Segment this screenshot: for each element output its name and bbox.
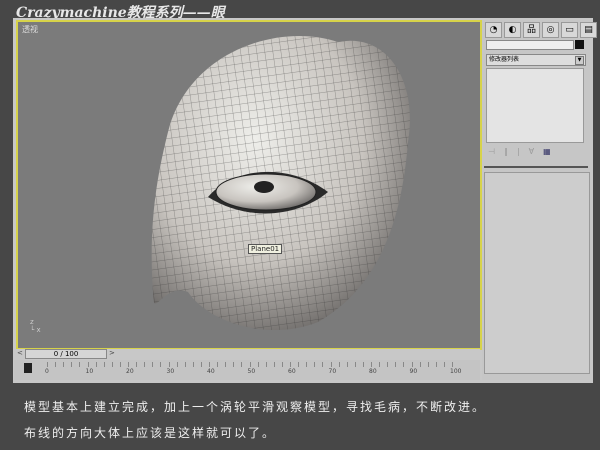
timeline-tick (362, 362, 364, 367)
timeline-tick-label: 30 (166, 368, 175, 375)
timeline-tick (395, 362, 397, 367)
create-icon[interactable]: ◔ (485, 22, 502, 38)
timeline-tick-label: 60 (288, 368, 296, 375)
timeline-tick (233, 362, 235, 367)
time-slider[interactable]: < 0 / 100 > (16, 349, 480, 359)
timeline-tick (168, 362, 170, 367)
timeline-tick (79, 362, 81, 367)
timeline-tick-label: 90 (409, 368, 418, 375)
configure-sets-icon[interactable]: ▦ (543, 147, 551, 156)
timeline-tick (273, 362, 275, 367)
timeline-tick (411, 362, 413, 367)
timeline-tick (71, 362, 73, 367)
timeline-tick (160, 362, 162, 367)
timeline-tick (306, 362, 308, 367)
timeline-tick (200, 362, 202, 367)
caption-line-1: 模型基本上建立完成，加上一个涡轮平滑观察模型，寻找毛病，不断改进。 (24, 400, 487, 414)
timeline-tick-label: 70 (328, 368, 337, 375)
timeline-tick-label: 80 (369, 368, 377, 375)
modifier-stack[interactable] (486, 68, 584, 143)
divider (484, 166, 588, 168)
timeline-tick (298, 362, 300, 367)
chevron-down-icon[interactable]: ▼ (575, 56, 584, 65)
key-mode-icon[interactable] (24, 363, 32, 373)
timeline-tick (452, 362, 453, 367)
stack-toolbar: ⊣ ‖ | ∀ ▦ (488, 147, 584, 156)
motion-icon[interactable]: ◎ (542, 22, 559, 38)
object-color-swatch[interactable] (575, 40, 584, 49)
timeline-tick (443, 362, 445, 367)
timeline-tick (249, 362, 251, 367)
pin-stack-icon[interactable]: ⊣ (488, 147, 495, 156)
slider-next-button[interactable]: > (109, 349, 115, 357)
hierarchy-icon[interactable]: 品 (523, 22, 540, 38)
timeline-tick (419, 362, 421, 367)
remove-modifier-icon[interactable]: ∀ (529, 147, 534, 156)
show-end-result-icon[interactable]: ‖ (504, 147, 508, 156)
object-label: Plane01 (248, 244, 283, 254)
timeline-tick (103, 362, 105, 367)
timeline-tick (427, 362, 429, 367)
timeline-tick (281, 362, 283, 367)
display-icon[interactable]: ▭ (561, 22, 578, 38)
timeline-tick (128, 362, 129, 367)
timeline-tick (225, 362, 227, 367)
timeline-tick-label: 50 (247, 368, 256, 375)
timeline-tick (47, 362, 48, 367)
timeline-tick (330, 362, 332, 367)
caption-line-2: 布线的方向大体上应该是这样就可以了。 (24, 426, 277, 440)
timeline-tick (322, 362, 324, 367)
modify-icon[interactable]: ◐ (504, 22, 521, 38)
timeline-tick (144, 362, 146, 367)
timeline-tick (136, 362, 138, 367)
timeline-track[interactable]: 0 10 20 30 40 50 60 70 80 90 100 (14, 360, 480, 380)
timeline-tick (435, 362, 437, 367)
timeline-tick (111, 362, 113, 367)
timeline-tick (387, 362, 389, 367)
object-name-field[interactable] (486, 40, 574, 50)
timeline-tick (119, 362, 121, 367)
timeline-tick (217, 362, 219, 367)
slider-prev-button[interactable]: < (17, 349, 23, 357)
timeline-tick (63, 362, 65, 367)
time-slider-thumb[interactable]: 0 / 100 (25, 349, 107, 359)
timeline-tick-label: 100 (450, 368, 462, 375)
timeline-tick (241, 362, 243, 367)
timeline-tick (314, 362, 316, 367)
timeline-tick (184, 362, 186, 367)
timeline-tick (95, 362, 97, 367)
parameters-rollout (484, 172, 590, 374)
timeline-tick (257, 362, 259, 367)
perspective-viewport[interactable]: 透视 Plane01 z └ x (16, 20, 482, 350)
timeline-tick (87, 362, 89, 367)
timeline-tick-label: 10 (85, 368, 94, 375)
axis-tripod-icon: z └ x (30, 318, 41, 334)
timeline-tick (209, 362, 210, 367)
timeline-tick (354, 362, 356, 367)
eye-mesh (151, 36, 410, 331)
timeline-tick (265, 362, 267, 367)
modifier-list-label: 修改器列表 (489, 56, 520, 63)
timeline-tick-label: 20 (126, 368, 134, 375)
timeline-tick (338, 362, 340, 367)
timeline-tick (290, 362, 291, 367)
timeline-tick (152, 362, 154, 367)
timeline-tick (403, 362, 405, 367)
timeline-tick (346, 362, 348, 367)
modifier-list-dropdown[interactable]: 修改器列表 ▼ (486, 54, 586, 66)
timeline-tick (371, 362, 372, 367)
timeline-tick (55, 362, 57, 367)
timeline-tick (176, 362, 178, 367)
timeline-tick-label: 0 (45, 368, 49, 375)
timeline-tick-label: 40 (207, 368, 215, 375)
command-panel: ◔ ◐ 品 ◎ ▭ ▤ 修改器列表 ▼ ⊣ ‖ | ∀ ▦ (482, 20, 597, 380)
timeline-tick (192, 362, 194, 367)
make-unique-icon[interactable]: | (517, 147, 520, 156)
utilities-icon[interactable]: ▤ (580, 22, 597, 38)
timeline-tick (379, 362, 381, 367)
